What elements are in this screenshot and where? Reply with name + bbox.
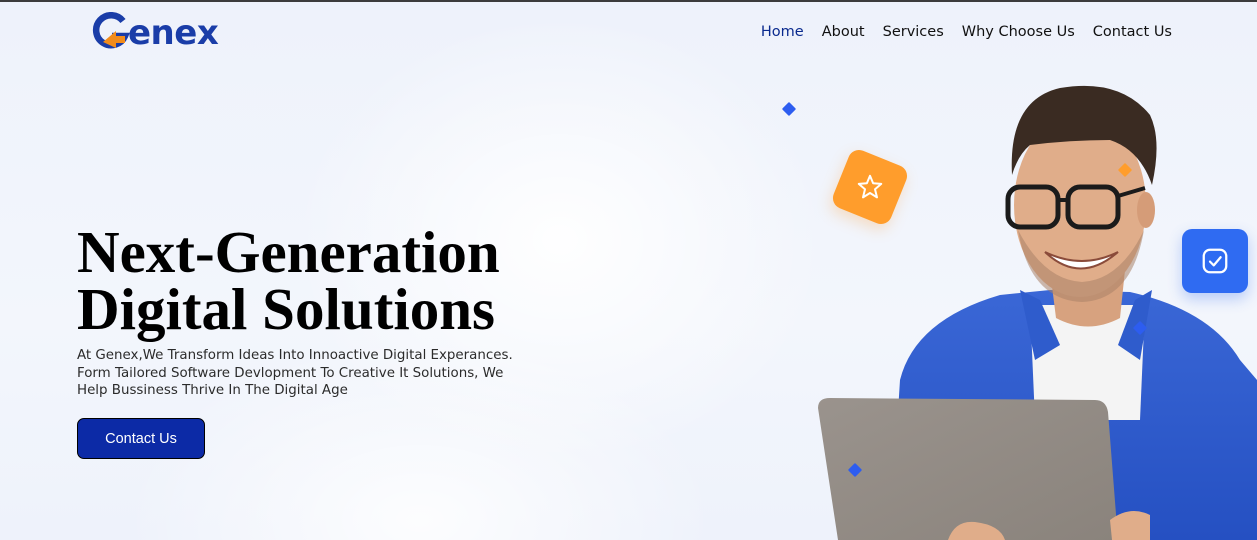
- logo-text: enex: [128, 13, 219, 53]
- contact-us-button[interactable]: Contact Us: [77, 418, 205, 459]
- nav-why-choose-us[interactable]: Why Choose Us: [962, 22, 1075, 42]
- star-icon: [857, 174, 883, 199]
- hero-title-line1: Next-Generation: [77, 219, 500, 285]
- nav-contact-us[interactable]: Contact Us: [1093, 22, 1172, 42]
- laptop-shape: [818, 398, 1118, 540]
- hero-title-line2: Digital Solutions: [77, 276, 496, 342]
- logo-g-icon: [92, 12, 130, 49]
- nav-about[interactable]: About: [822, 22, 865, 42]
- main-nav: Home About Services Why Choose Us Contac…: [761, 22, 1172, 42]
- nav-services[interactable]: Services: [883, 22, 944, 42]
- hero-title: Next-Generation Digital Solutions: [77, 219, 597, 342]
- check-badge: [1182, 229, 1248, 293]
- hero-description: At Genex,We Transform Ideas Into Innoact…: [77, 348, 513, 398]
- nav-home[interactable]: Home: [761, 22, 804, 42]
- hero-illustration: [818, 85, 1257, 540]
- top-border: [0, 0, 1257, 2]
- check-square-icon: [1202, 248, 1228, 274]
- brand-logo[interactable]: enex: [92, 10, 219, 54]
